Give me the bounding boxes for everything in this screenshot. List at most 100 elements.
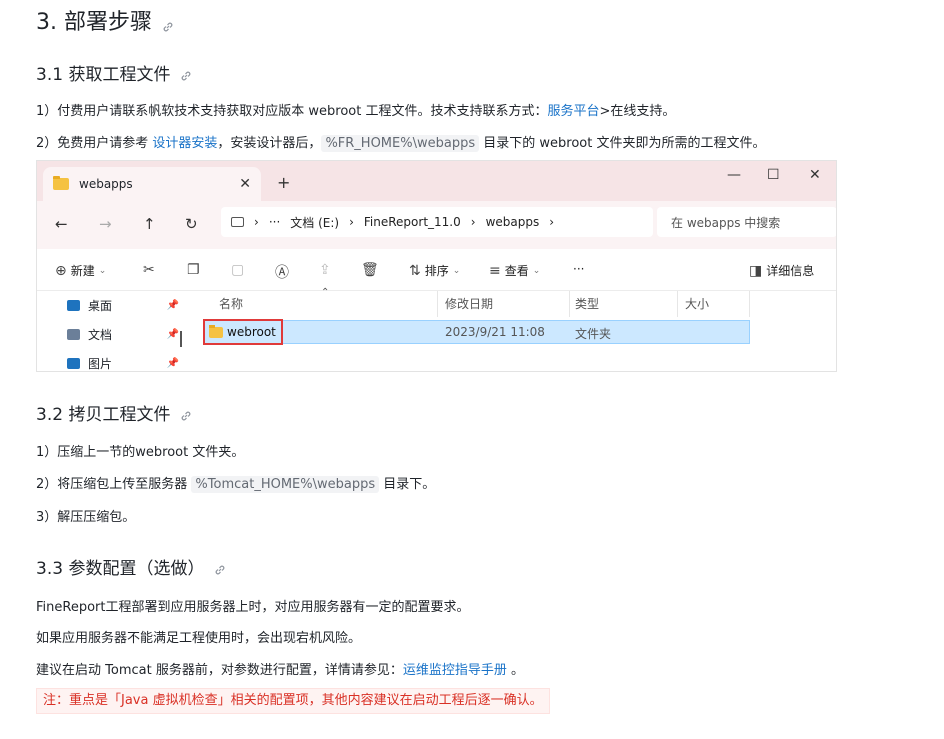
pictures-icon xyxy=(67,358,80,369)
paragraph-step-2: 2）将压缩包上传至服务器 %Tomcat_HOME%\webapps 目录下。 xyxy=(36,473,435,493)
explorer-tab[interactable]: webapps ✕ xyxy=(43,167,261,201)
column-header-size[interactable]: 大小 xyxy=(685,295,709,312)
more-button[interactable]: ··· xyxy=(573,262,584,276)
section-3-3-title: 3.3 参数配置（选做） xyxy=(36,559,205,579)
search-input[interactable]: 在 webapps 中搜索 xyxy=(657,207,836,237)
nav-item-documents[interactable]: 文档 📌 xyxy=(67,326,179,343)
new-button[interactable]: ⊕ 新建 ⌄ xyxy=(55,262,106,279)
refresh-button[interactable]: ↻ xyxy=(185,215,198,233)
nav-item-pictures[interactable]: 图片 📌 xyxy=(67,355,179,371)
section-3-1-title: 3.1 获取工程文件 xyxy=(36,65,171,85)
text: 2）将压缩包上传至服务器 xyxy=(36,477,192,492)
text: 目录下的 webroot 文件夹即为所需的工程文件。 xyxy=(479,136,766,151)
anchor-link-icon[interactable] xyxy=(162,14,174,32)
navigation-pane: 桌面 📌 文档 📌 图片 📌 xyxy=(37,291,185,371)
paragraph-paid-users: 1）付费用户请联系帆软技术支持获取对应版本 webroot 工程文件。技术支持联… xyxy=(36,100,675,119)
desktop-icon xyxy=(67,300,80,311)
pane-splitter[interactable] xyxy=(180,331,182,347)
close-tab-icon[interactable]: ✕ xyxy=(239,176,251,192)
column-divider[interactable] xyxy=(569,291,570,317)
minimize-button[interactable]: — xyxy=(727,167,741,183)
section-3-2-heading: 3.2 拷贝工程文件 xyxy=(36,400,192,425)
anchor-link-icon[interactable] xyxy=(180,67,192,80)
column-divider[interactable] xyxy=(437,291,438,317)
anchor-link-icon[interactable] xyxy=(180,407,192,420)
share-button[interactable]: ⇪ xyxy=(319,262,331,278)
forward-button[interactable]: → xyxy=(99,215,112,233)
breadcrumb-webapps[interactable]: webapps xyxy=(486,215,540,229)
paste-button[interactable]: ▢ xyxy=(231,262,244,278)
tab-bar: webapps ✕ + — ☐ ✕ xyxy=(37,161,836,201)
column-header-type[interactable]: 类型 xyxy=(575,295,599,312)
details-button[interactable]: ◨ 详细信息 xyxy=(749,262,814,279)
service-platform-link[interactable]: 服务平台 xyxy=(547,104,599,119)
paragraph-suggestion: 建议在启动 Tomcat 服务器前，对参数进行配置，详情请参见：运维监控指导手册… xyxy=(36,659,524,678)
column-header-date[interactable]: 修改日期 xyxy=(445,295,493,312)
share-icon: ⇪ xyxy=(319,262,331,278)
plus-circle-icon: ⊕ xyxy=(55,262,67,279)
up-button[interactable]: ↑ xyxy=(143,215,156,233)
view-label: 查看 xyxy=(504,264,529,278)
documents-icon xyxy=(67,329,80,340)
address-bar[interactable]: › ··· 文档 (E:) › FineReport_11.0 › webapp… xyxy=(221,207,653,237)
paste-icon: ▢ xyxy=(231,262,245,278)
more-label: ··· xyxy=(573,262,585,276)
folder-icon xyxy=(209,324,223,338)
column-header-name[interactable]: 名称 xyxy=(219,295,243,312)
section-3-3-heading: 3.3 参数配置（选做） xyxy=(36,554,226,579)
computer-icon xyxy=(231,217,244,227)
delete-button[interactable]: 🗑 xyxy=(361,262,379,278)
highlighted-file-name[interactable]: webroot xyxy=(203,319,283,345)
anchor-link-icon[interactable] xyxy=(214,561,226,574)
column-divider[interactable] xyxy=(749,291,750,317)
paragraph-step-3: 3）解压压缩包。 xyxy=(36,510,136,525)
copy-button[interactable]: ❐ xyxy=(187,262,200,278)
file-name: webroot xyxy=(227,325,276,339)
page-title-text: 3. 部署步骤 xyxy=(36,10,152,35)
ops-manual-link[interactable]: 运维监控指导手册 xyxy=(403,663,507,678)
trash-icon: 🗑 xyxy=(361,262,379,278)
cut-button[interactable]: ✂ xyxy=(143,262,155,278)
text: >在线支持。 xyxy=(599,104,676,119)
inline-code-fr-home: %FR_HOME%\webapps xyxy=(321,135,480,152)
designer-install-link[interactable]: 设计器安装 xyxy=(152,136,217,151)
breadcrumb-finereport[interactable]: FineReport_11.0 xyxy=(364,215,461,229)
chevron-down-icon: ⌄ xyxy=(98,265,107,276)
view-icon: ≡ xyxy=(489,262,501,279)
rename-button[interactable]: Ⓐ xyxy=(275,262,289,282)
breadcrumb-separator: › xyxy=(254,215,259,229)
breadcrumb-drive[interactable]: 文档 (E:) xyxy=(290,214,339,231)
section-3-1-heading: 3.1 获取工程文件 xyxy=(36,60,192,85)
maximize-button[interactable]: ☐ xyxy=(767,167,780,183)
column-divider[interactable] xyxy=(677,291,678,317)
chevron-down-icon: ⌄ xyxy=(532,265,541,276)
command-bar: ⊕ 新建 ⌄ ✂ ❐ ▢ Ⓐ ⇪ 🗑 ⇅ 排序 ⌄ ≡ 查看 ⌄ ··· ◨ 详细信息 xyxy=(37,249,836,291)
breadcrumb-more[interactable]: ··· xyxy=(269,215,280,229)
paragraph-config-requirement: FineReport工程部署到应用服务器上时，对应用服务器有一定的配置要求。 xyxy=(36,600,470,615)
chevron-down-icon: ⌄ xyxy=(452,265,461,276)
new-label: 新建 xyxy=(70,264,95,278)
file-type: 文件夹 xyxy=(575,327,612,341)
text: 1）付费用户请联系帆软技术支持获取对应版本 webroot 工程文件。技术支持联… xyxy=(36,104,548,119)
text: 建议在启动 Tomcat 服务器前，对参数进行配置，详情请参见： xyxy=(36,663,403,678)
address-row: ← → ↑ ↻ › ··· 文档 (E:) › FineReport_11.0 … xyxy=(37,201,836,249)
sort-label: 排序 xyxy=(424,264,449,278)
folder-icon xyxy=(53,176,69,190)
new-tab-button[interactable]: + xyxy=(277,173,290,192)
back-button[interactable]: ← xyxy=(55,215,68,233)
sort-indicator-icon: ⌃ xyxy=(321,287,330,298)
paragraph-free-users: 2）免费用户请参考 设计器安装，安装设计器后， %FR_HOME%\webapps… xyxy=(36,132,766,152)
page-title: 3. 部署步骤 xyxy=(36,4,174,36)
file-explorer-screenshot: webapps ✕ + — ☐ ✕ ← → ↑ ↻ › ··· 文档 (E:) … xyxy=(36,160,837,372)
rename-icon: Ⓐ xyxy=(275,265,289,281)
nav-item-desktop[interactable]: 桌面 📌 xyxy=(67,297,179,314)
pin-icon: 📌 xyxy=(166,329,179,340)
sort-button[interactable]: ⇅ 排序 ⌄ xyxy=(409,262,460,279)
text: 。 xyxy=(506,663,524,678)
nav-item-label: 图片 xyxy=(88,357,113,371)
view-button[interactable]: ≡ 查看 ⌄ xyxy=(489,262,540,279)
scissors-icon: ✂ xyxy=(143,262,155,278)
nav-item-label: 文档 xyxy=(88,328,113,342)
close-window-button[interactable]: ✕ xyxy=(809,167,821,183)
breadcrumb-separator: › xyxy=(549,215,555,229)
